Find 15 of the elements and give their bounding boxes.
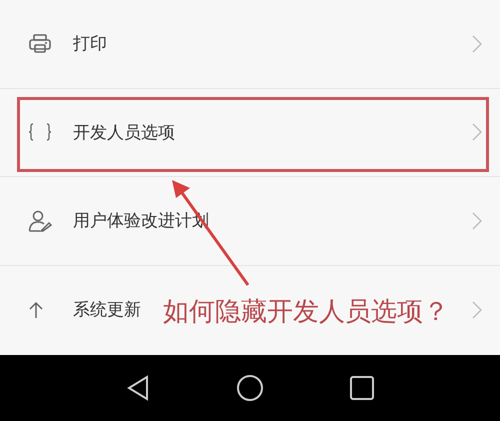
item-label[interactable]: 打印: [73, 32, 107, 56]
chevron-icon: [472, 300, 482, 319]
home-icon[interactable]: [236, 374, 264, 402]
item-label[interactable]: 开发人员选项: [73, 120, 175, 144]
chevron-icon: [472, 123, 482, 142]
user-icon: [28, 210, 52, 232]
item-label[interactable]: 系统更新: [73, 298, 141, 322]
chevron-icon: [472, 34, 482, 53]
back-icon[interactable]: [126, 375, 150, 401]
printer-icon: [28, 34, 52, 54]
recent-apps-icon[interactable]: [350, 376, 374, 400]
chevron-icon: [472, 212, 482, 230]
arrow-up-icon: [28, 300, 44, 319]
annotation-text: 如何隐藏开发人员选项？: [163, 296, 449, 329]
braces-icon: [28, 122, 52, 142]
